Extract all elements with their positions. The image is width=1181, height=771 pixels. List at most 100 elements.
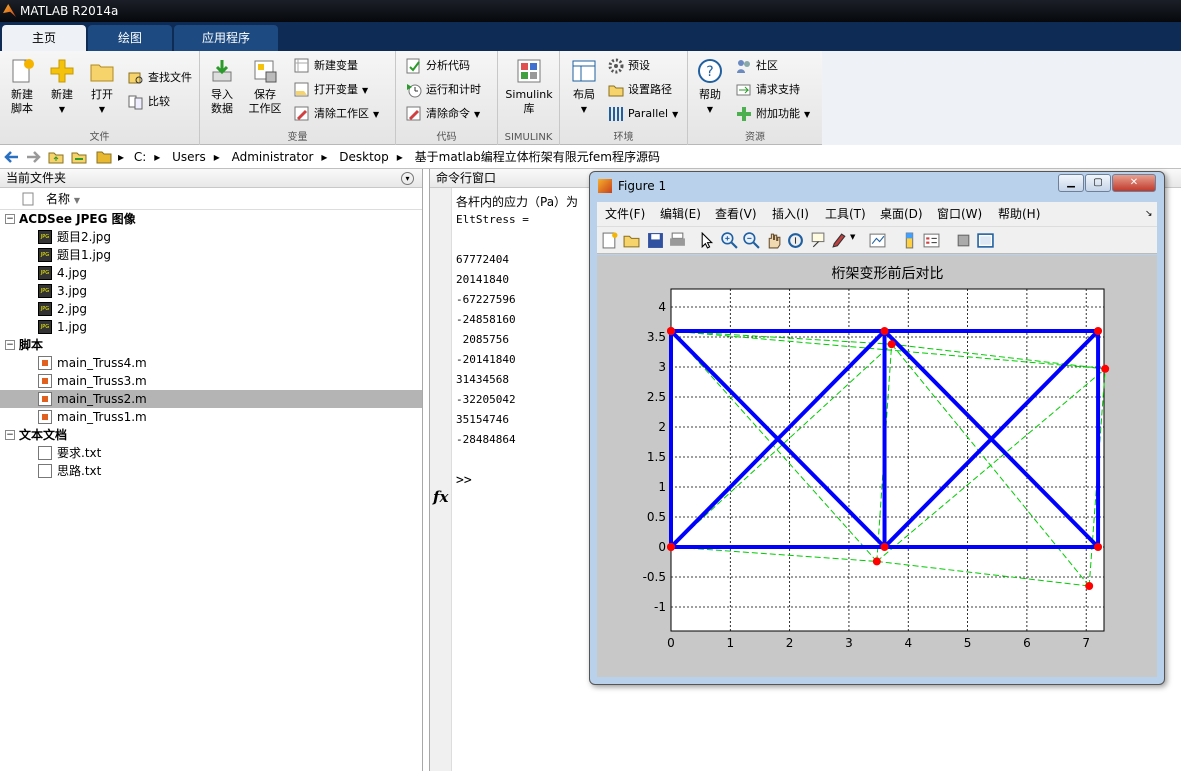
clear-commands-icon [406,106,421,121]
column-header-name[interactable]: 名称 ▼ [0,188,422,210]
y-tick-label: 4 [658,300,666,314]
forward-arrow-icon[interactable] [25,149,41,165]
command-prompt[interactable]: >> [456,473,472,488]
hide-plot-tools-icon[interactable] [955,232,972,249]
simulink-library-button[interactable]: Simulink 库 [504,56,554,116]
breadcrumb-item[interactable]: 基于matlab编程立体桁架有限元fem程序源码 [415,150,660,164]
section-header[interactable]: − 文本文档 [0,426,422,444]
compare-button[interactable]: 比较 [128,92,170,112]
import-icon [212,60,232,82]
open-file-icon[interactable] [623,232,640,249]
zoom-in-icon[interactable] [721,232,738,249]
menu-view[interactable]: 查看(V) [715,202,757,226]
menu-desktop[interactable]: 桌面(D) [880,202,923,226]
file-item[interactable]: JPG 3.jpg [0,282,422,300]
collapse-toggle-icon[interactable]: − [5,340,15,350]
x-tick-label: 2 [786,636,794,650]
community-button[interactable]: 社区 [736,56,778,76]
menu-insert[interactable]: 插入(I) [772,202,809,226]
menu-tools[interactable]: 工具(T) [825,202,866,226]
command-output-line: 35154746 [456,413,509,426]
maximize-button[interactable]: ▢ [1085,174,1111,192]
brush-dropdown-icon[interactable]: ▼ [850,233,855,241]
save-workspace-button[interactable]: 保存 工作区 [243,56,287,116]
file-item[interactable]: JPG 1.jpg [0,318,422,336]
file-item[interactable]: main_Truss2.m [0,390,422,408]
analyze-code-button[interactable]: 分析代码 [406,56,470,76]
pan-hand-icon[interactable] [765,232,782,249]
file-item[interactable]: JPG 4.jpg [0,264,422,282]
help-button[interactable]: ? 帮助 ▼ [688,56,732,117]
breadcrumb-item[interactable]: Desktop [339,150,389,164]
preferences-button[interactable]: 预设 [608,56,650,76]
breadcrumb-item[interactable]: C: [134,150,146,164]
function-browser-icon[interactable]: fx [433,488,448,506]
command-output-line: 2085756 [456,333,509,346]
menu-file[interactable]: 文件(F) [605,202,645,226]
tab-plots[interactable]: 绘图 [88,25,172,51]
close-button[interactable]: ✕ [1112,174,1156,192]
x-tick-label: 0 [667,636,675,650]
file-item[interactable]: JPG 题目1.jpg [0,246,422,264]
colorbar-icon[interactable] [901,232,918,249]
menu-window[interactable]: 窗口(W) [937,202,982,226]
file-item[interactable]: 思路.txt [0,462,422,480]
jpeg-file-icon: JPG [38,248,52,262]
new-script-button[interactable]: 新建 脚本 [0,56,44,116]
rotate-3d-icon[interactable] [787,232,804,249]
breadcrumb-item[interactable]: Users [172,150,206,164]
run-and-time-button[interactable]: 运行和计时 [406,80,481,100]
request-support-button[interactable]: 请求支持 [736,80,800,100]
data-cursor-icon[interactable] [809,232,826,249]
original-node [1094,327,1103,335]
brush-icon[interactable] [831,232,848,249]
original-node [880,543,889,551]
open-variable-button[interactable]: 打开变量 ▼ [294,80,368,100]
browse-folder-icon[interactable] [71,149,87,165]
import-data-button[interactable]: 导入 数据 [200,56,244,116]
file-item[interactable]: main_Truss1.m [0,408,422,426]
menu-help[interactable]: 帮助(H) [998,202,1040,226]
file-item[interactable]: main_Truss3.m [0,372,422,390]
open-button[interactable]: 打开 ▼ [80,56,124,117]
group-variable: 导入 数据 保存 工作区 新建变量 打开变量 ▼ 清除工作区 ▼ 变量 [200,51,396,145]
add-ons-button[interactable]: 附加功能 ▼ [736,104,810,124]
new-button[interactable]: 新建 ▼ [40,56,84,117]
layout-button[interactable]: 布局 ▼ [562,56,606,117]
file-name: main_Truss3.m [57,374,147,388]
collapse-toggle-icon[interactable]: − [5,430,15,440]
legend-icon[interactable] [923,232,940,249]
breadcrumb-item[interactable]: Administrator [232,150,314,164]
save-icon[interactable] [647,232,664,249]
file-item[interactable]: JPG 题目2.jpg [0,228,422,246]
back-arrow-icon[interactable] [4,149,20,165]
x-tick-label: 3 [845,636,853,650]
set-path-button[interactable]: 设置路径 [608,80,672,100]
dock-arrow-icon[interactable]: ↘ [1145,202,1153,226]
minimize-button[interactable]: ▁ [1058,174,1084,192]
parallel-button[interactable]: Parallel ▼ [608,104,678,124]
tab-home[interactable]: 主页 [2,25,86,51]
find-files-button[interactable]: 查找文件 [128,68,192,88]
clear-commands-button[interactable]: 清除命令 ▼ [406,104,480,124]
pointer-icon[interactable] [699,232,716,249]
tab-apps[interactable]: 应用程序 [174,25,278,51]
y-tick-label: 1 [658,480,666,494]
print-icon[interactable] [669,232,686,249]
collapse-toggle-icon[interactable]: − [5,214,15,224]
file-item[interactable]: main_Truss4.m [0,354,422,372]
panel-actions-icon[interactable]: ▾ [401,172,414,185]
section-header[interactable]: − ACDSee JPEG 图像 [0,210,422,228]
section-header[interactable]: − 脚本 [0,336,422,354]
new-variable-button[interactable]: 新建变量 [294,56,358,76]
new-figure-icon[interactable] [601,232,618,249]
clear-workspace-button[interactable]: 清除工作区 ▼ [294,104,379,124]
menu-edit[interactable]: 编辑(E) [660,202,701,226]
file-item[interactable]: JPG 2.jpg [0,300,422,318]
zoom-out-icon[interactable] [743,232,760,249]
link-plot-icon[interactable] [869,232,886,249]
file-item[interactable]: 要求.txt [0,444,422,462]
command-output-line: 67772404 [456,253,509,266]
show-plot-tools-icon[interactable] [977,232,994,249]
up-folder-icon[interactable] [48,149,64,165]
